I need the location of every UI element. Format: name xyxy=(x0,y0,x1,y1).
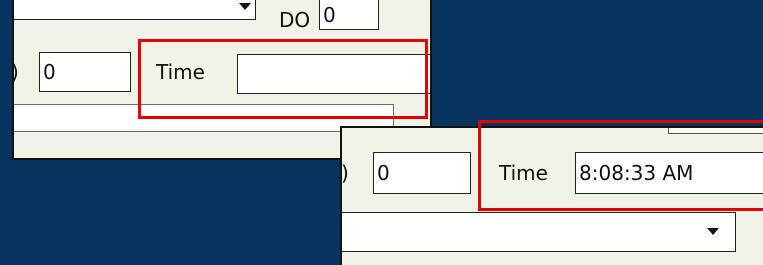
chevron-down-icon xyxy=(707,228,719,235)
time-field[interactable] xyxy=(237,54,430,94)
chevron-down-icon xyxy=(239,3,251,10)
top-field-edge xyxy=(668,128,763,134)
paren-text: ) xyxy=(14,62,19,82)
time-label: Time xyxy=(499,161,548,185)
paren-text: c) xyxy=(340,161,349,185)
bottom-dropdown[interactable] xyxy=(342,212,736,252)
do-label: DO xyxy=(279,8,311,32)
left-value-field[interactable]: 0 xyxy=(373,152,471,194)
do-field[interactable]: 0 xyxy=(319,0,379,30)
bottom-field[interactable] xyxy=(14,104,394,132)
form-panel-after: c) 0 Time 8:08:33 AM xyxy=(340,126,763,265)
left-value-field[interactable]: 0 xyxy=(39,52,131,92)
top-dropdown[interactable] xyxy=(14,0,256,20)
time-label: Time xyxy=(156,60,205,84)
time-field[interactable]: 8:08:33 AM xyxy=(575,152,763,194)
